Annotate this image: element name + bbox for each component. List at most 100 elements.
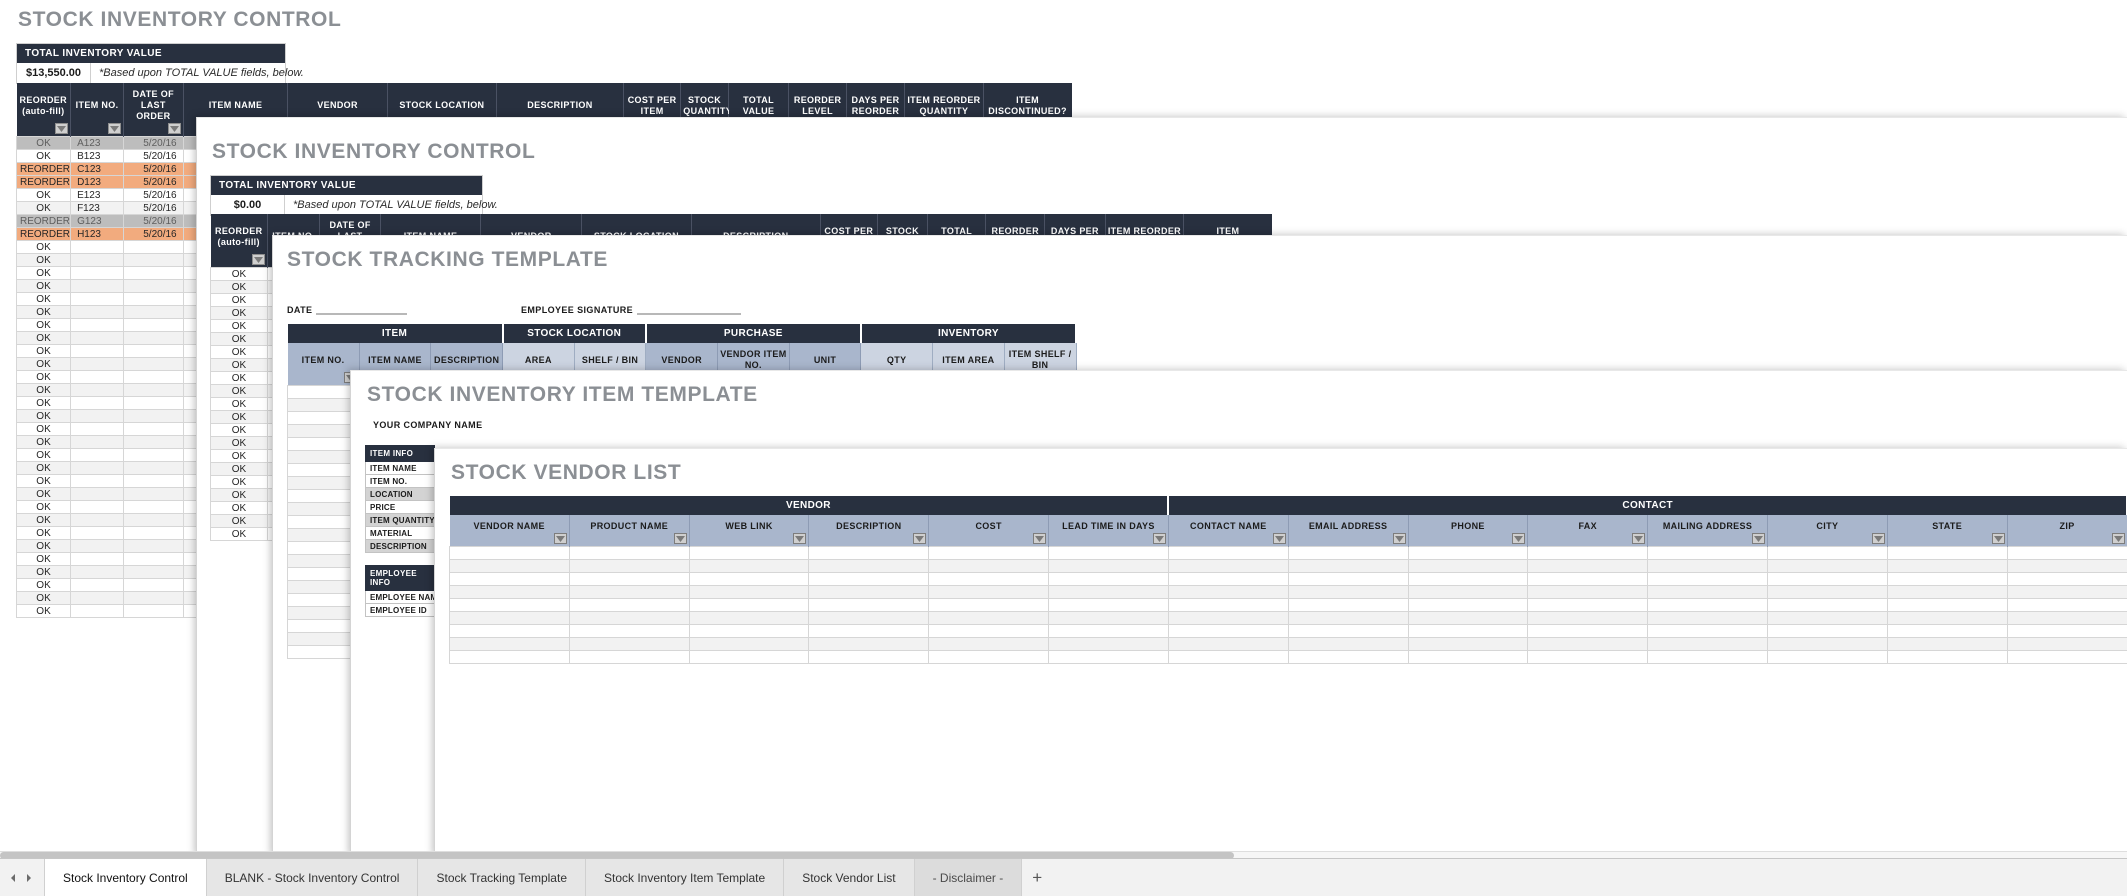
cell-empty[interactable]	[928, 650, 1050, 664]
cell-empty[interactable]	[568, 559, 690, 573]
cell-empty[interactable]	[1048, 637, 1169, 651]
cell-empty[interactable]	[287, 489, 360, 503]
cell-item-no[interactable]: G123	[70, 214, 125, 228]
cell-empty[interactable]	[928, 572, 1050, 586]
cell-empty[interactable]	[568, 585, 690, 599]
cell-reorder[interactable]: OK	[15, 565, 72, 579]
sheet-tab[interactable]: Stock Inventory Control	[45, 859, 207, 896]
cell-empty[interactable]	[808, 611, 930, 625]
cell-empty[interactable]	[1886, 598, 2008, 612]
cell-date[interactable]	[123, 422, 184, 436]
cell-empty[interactable]	[1527, 572, 1649, 586]
cell-empty[interactable]	[928, 585, 1050, 599]
cell-item-no[interactable]	[70, 318, 125, 332]
cell-empty[interactable]	[1527, 559, 1649, 573]
column-header[interactable]: MAILING ADDRESS	[1647, 515, 1768, 547]
column-header[interactable]: LEAD TIME IN DAYS	[1048, 515, 1169, 547]
filter-dropdown-icon[interactable]	[1751, 533, 1765, 544]
cell-item-no[interactable]	[70, 383, 125, 397]
cell-empty[interactable]	[287, 476, 360, 490]
cell-date[interactable]	[123, 461, 184, 475]
column-header[interactable]: VENDOR NAME	[449, 515, 570, 547]
cell-item-no[interactable]	[70, 396, 125, 410]
cell-empty[interactable]	[1527, 598, 1649, 612]
cell-reorder[interactable]: OK	[15, 487, 72, 501]
cell-empty[interactable]	[568, 572, 690, 586]
cell-reorder[interactable]: OK	[15, 474, 72, 488]
cell-date[interactable]	[123, 292, 184, 306]
prev-sheet-icon[interactable]	[6, 871, 20, 885]
cell-empty[interactable]	[287, 398, 360, 412]
cell-empty[interactable]	[287, 437, 360, 451]
cell-date[interactable]	[123, 448, 184, 462]
cell-date[interactable]	[123, 513, 184, 527]
cell-empty[interactable]	[1167, 598, 1289, 612]
item-info-row[interactable]: ITEM QUANTITY	[365, 514, 435, 527]
cell-date[interactable]	[123, 487, 184, 501]
cell-reorder[interactable]: OK	[15, 266, 72, 280]
filter-dropdown-icon[interactable]	[1392, 533, 1406, 544]
cell-empty[interactable]	[1287, 624, 1409, 638]
table-row[interactable]	[449, 611, 2127, 625]
cell-empty[interactable]	[449, 546, 570, 560]
cell-date[interactable]: 5/20/16	[123, 149, 184, 163]
cell-item-no[interactable]	[70, 552, 125, 566]
cell-empty[interactable]	[688, 585, 810, 599]
item-info-row[interactable]: MATERIAL	[365, 527, 435, 540]
field-date[interactable]: DATE	[287, 302, 407, 315]
cell-reorder[interactable]: OK	[15, 188, 72, 202]
window-stock-vendor-list[interactable]: STOCK VENDOR LIST VENDOR CONTACT VENDOR NA…	[434, 448, 2127, 856]
cell-date[interactable]: 5/20/16	[123, 201, 184, 215]
cell-item-no[interactable]	[70, 513, 125, 527]
cell-empty[interactable]	[287, 450, 360, 464]
cell-empty[interactable]	[1766, 624, 1888, 638]
cell-empty[interactable]	[287, 463, 360, 477]
cell-date[interactable]	[123, 474, 184, 488]
sheet-tab[interactable]: Stock Tracking Template	[418, 859, 586, 896]
cell-empty[interactable]	[1527, 650, 1649, 664]
cell-reorder[interactable]: OK	[210, 345, 268, 359]
cell-empty[interactable]	[1167, 585, 1289, 599]
cell-empty[interactable]	[287, 606, 360, 620]
cell-date[interactable]	[123, 578, 184, 592]
cell-empty[interactable]	[1167, 624, 1289, 638]
cell-empty[interactable]	[1167, 546, 1289, 560]
cell-empty[interactable]	[688, 559, 810, 573]
sheet-tab[interactable]: Stock Inventory Item Template	[586, 859, 785, 896]
cell-empty[interactable]	[2006, 624, 2127, 638]
cell-empty[interactable]	[449, 598, 570, 612]
sheet-tab-nav[interactable]	[0, 859, 45, 896]
column-header[interactable]: ZIP	[2007, 515, 2127, 547]
cell-empty[interactable]	[1407, 650, 1529, 664]
cell-empty[interactable]	[1287, 559, 1409, 573]
cell-empty[interactable]	[287, 632, 360, 646]
cell-reorder[interactable]: OK	[210, 488, 268, 502]
cell-item-no[interactable]	[70, 487, 125, 501]
cell-empty[interactable]	[1766, 637, 1888, 651]
cell-empty[interactable]	[1048, 650, 1169, 664]
cell-reorder[interactable]: OK	[210, 423, 268, 437]
cell-reorder[interactable]: OK	[210, 527, 268, 541]
cell-empty[interactable]	[1287, 650, 1409, 664]
cell-empty[interactable]	[2006, 585, 2127, 599]
cell-reorder[interactable]: OK	[15, 500, 72, 514]
cell-empty[interactable]	[808, 650, 930, 664]
cell-empty[interactable]	[1167, 637, 1289, 651]
cell-reorder[interactable]: OK	[15, 552, 72, 566]
field-employee-signature[interactable]: EMPLOYEE SIGNATURE	[521, 302, 741, 315]
cell-reorder[interactable]: REORDER	[15, 214, 72, 228]
cell-empty[interactable]	[2006, 546, 2127, 560]
cell-reorder[interactable]: OK	[15, 461, 72, 475]
cell-empty[interactable]	[1647, 624, 1768, 638]
cell-reorder[interactable]: OK	[15, 331, 72, 345]
cell-empty[interactable]	[1048, 559, 1169, 573]
cell-empty[interactable]	[688, 598, 810, 612]
cell-reorder[interactable]: OK	[15, 370, 72, 384]
sheet-tab[interactable]: - Disclaimer -	[914, 859, 1023, 896]
cell-empty[interactable]	[1407, 546, 1529, 560]
cell-empty[interactable]	[928, 559, 1050, 573]
cell-empty[interactable]	[1886, 572, 2008, 586]
column-header[interactable]: EMAIL ADDRESS	[1288, 515, 1409, 547]
cell-empty[interactable]	[2006, 650, 2127, 664]
table-row[interactable]	[449, 559, 2127, 573]
